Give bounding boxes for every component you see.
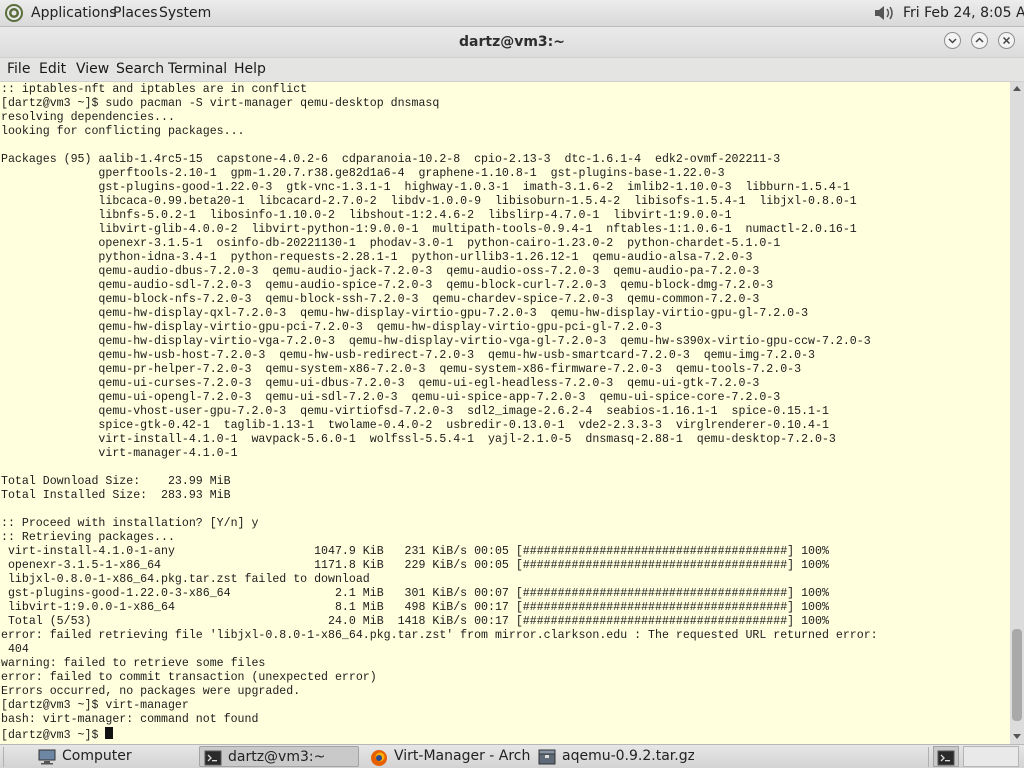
terminal-line: qemu-audio-dbus-7.2.0-3 qemu-audio-jack-…: [1, 265, 760, 278]
terminal-line: looking for conflicting packages...: [1, 125, 245, 138]
clock[interactable]: Fri Feb 24, 8:05 AM: [903, 5, 1024, 21]
terminal-line: gperftools-2.10-1 gpm-1.20.7.r38.ge82d1a…: [1, 167, 725, 180]
terminal-line: spice-gtk-0.42-1 taglib-1.13-1 twolame-0…: [1, 419, 829, 432]
close-icon: [1002, 36, 1011, 45]
terminal-icon: [204, 750, 222, 766]
terminal-line: [dartz@vm3 ~]$ virt-manager: [1, 699, 189, 712]
terminal-line: [dartz@vm3 ~]$ sudo pacman -S virt-manag…: [1, 97, 440, 110]
task-label: dartz@vm3:~: [228, 749, 326, 765]
terminal-line: :: Retrieving packages...: [1, 531, 175, 544]
firefox-icon: [371, 750, 387, 766]
bottom-panel: Computer dartz@vm3:~ Virt-Manager - Arch…: [0, 744, 1024, 768]
menu-bar: File Edit View Search Terminal Help: [0, 58, 1024, 82]
scroll-down-arrow-icon[interactable]: [1013, 734, 1021, 739]
places-menu[interactable]: Places: [113, 5, 158, 21]
terminal-output: :: iptables-nft and iptables are in conf…: [1, 83, 878, 743]
terminal-line: qemu-block-nfs-7.2.0-3 qemu-block-ssh-7.…: [1, 293, 760, 306]
terminal-line: virt-install-4.1.0-1 wavpack-5.6.0-1 wol…: [1, 433, 836, 446]
terminal-line: python-idna-3.4-1 python-requests-2.28.1…: [1, 251, 753, 264]
terminal-line: libjxl-0.8.0-1-x86_64.pkg.tar.zst failed…: [1, 573, 370, 586]
terminal-line: Packages (95) aalib-1.4rc5-15 capstone-4…: [1, 153, 781, 166]
terminal-line: qemu-hw-usb-host-7.2.0-3 qemu-hw-usb-red…: [1, 349, 816, 362]
terminal-line: Total (5/53) 24.0 MiB 1418 KiB/s 00:17 […: [1, 615, 829, 628]
terminal-line: qemu-pr-helper-7.2.0-3 qemu-system-x86-7…: [1, 363, 802, 376]
speaker-icon[interactable]: [873, 5, 897, 21]
terminal-area[interactable]: :: iptables-nft and iptables are in conf…: [0, 82, 1010, 744]
scrollbar-thumb[interactable]: [1012, 629, 1022, 721]
task-archive[interactable]: aqemu-0.9.2.tar.gz: [534, 746, 694, 767]
panel-separator: [928, 747, 929, 767]
terminal-line: libcaca-0.99.beta20-1 libcacard-2.7.0-2 …: [1, 195, 857, 208]
terminal-line: libvirt-1:9.0.0-1-x86_64 8.1 MiB 498 KiB…: [1, 601, 829, 614]
menu-terminal[interactable]: Terminal: [168, 61, 227, 77]
terminal-line: 404: [1, 643, 29, 656]
panel-separator: [3, 747, 4, 767]
terminal-line: qemu-vhost-user-gpu-7.2.0-3 qemu-virtiof…: [1, 405, 829, 418]
task-firefox[interactable]: Virt-Manager - Arch...: [366, 746, 530, 767]
terminal-line: error: failed to commit transaction (une…: [1, 671, 377, 684]
tray-terminal[interactable]: [933, 746, 959, 767]
terminal-line: error: failed retrieving file 'libjxl-0.…: [1, 629, 878, 642]
window-title: dartz@vm3:~: [459, 34, 565, 50]
gnome-foot-icon[interactable]: [4, 3, 24, 23]
text-cursor: [105, 727, 114, 739]
computer-icon: [38, 749, 56, 765]
menu-help[interactable]: Help: [234, 61, 266, 77]
terminal-line: Total Download Size: 23.99 MiB: [1, 475, 231, 488]
task-computer[interactable]: Computer: [34, 746, 190, 767]
terminal-line: openexr-3.1.5-1-x86_64 1171.8 KiB 229 Ki…: [1, 559, 829, 572]
terminal-line: libnfs-5.0.2-1 libosinfo-1.10.0-2 libsho…: [1, 209, 732, 222]
menu-edit[interactable]: Edit: [39, 61, 66, 77]
menu-file[interactable]: File: [7, 61, 30, 77]
terminal-line: virt-manager-4.1.0-1: [1, 447, 238, 460]
workspace-switcher[interactable]: [963, 746, 1019, 767]
terminal-line: resolving dependencies...: [1, 111, 175, 124]
terminal-line: Total Installed Size: 283.93 MiB: [1, 489, 231, 502]
terminal-line: openexr-3.1.5-1 osinfo-db-20221130-1 pho…: [1, 237, 781, 250]
terminal-line: Errors occurred, no packages were upgrad…: [1, 685, 301, 698]
scroll-up-arrow-icon[interactable]: [1013, 86, 1021, 91]
terminal-line: virt-install-4.1.0-1-any 1047.9 KiB 231 …: [1, 545, 829, 558]
archive-icon: [538, 749, 556, 765]
menu-view[interactable]: View: [76, 61, 109, 77]
terminal-line: qemu-ui-opengl-7.2.0-3 qemu-ui-sdl-7.2.0…: [1, 391, 781, 404]
terminal-line: gst-plugins-good-1.22.0-3 gtk-vnc-1.3.1-…: [1, 181, 850, 194]
chevron-down-icon: [948, 38, 957, 44]
close-button[interactable]: [998, 32, 1015, 49]
window-title-bar[interactable]: dartz@vm3:~: [0, 27, 1024, 58]
terminal-icon: [937, 750, 955, 766]
top-panel: Applications Places System Fri Feb 24, 8…: [0, 0, 1024, 27]
terminal-line: qemu-audio-sdl-7.2.0-3 qemu-audio-spice-…: [1, 279, 774, 292]
terminal-line: qemu-hw-display-qxl-7.2.0-3 qemu-hw-disp…: [1, 307, 809, 320]
system-menu[interactable]: System: [159, 5, 211, 21]
task-label: aqemu-0.9.2.tar.gz: [562, 748, 694, 764]
terminal-line: gst-plugins-good-1.22.0-3-x86_64 2.1 MiB…: [1, 587, 829, 600]
minimize-button[interactable]: [944, 32, 961, 49]
maximize-button[interactable]: [971, 32, 988, 49]
terminal-line: qemu-hw-display-virtio-vga-7.2.0-3 qemu-…: [1, 335, 871, 348]
task-label: Virt-Manager - Arch...: [394, 748, 530, 764]
terminal-line: libvirt-glib-4.0.0-2 libvirt-python-1:9.…: [1, 223, 857, 236]
terminal-line: qemu-ui-curses-7.2.0-3 qemu-ui-dbus-7.2.…: [1, 377, 760, 390]
terminal-line: warning: failed to retrieve some files: [1, 657, 266, 670]
terminal-line: qemu-hw-display-virtio-gpu-pci-7.2.0-3 q…: [1, 321, 662, 334]
terminal-scrollbar[interactable]: [1010, 82, 1024, 744]
task-label: Computer: [62, 748, 132, 764]
terminal-line: :: Proceed with installation? [Y/n] y: [1, 517, 259, 530]
task-terminal[interactable]: dartz@vm3:~: [199, 746, 359, 767]
applications-menu[interactable]: Applications: [31, 5, 117, 21]
terminal-line: :: iptables-nft and iptables are in conf…: [1, 83, 308, 96]
menu-search[interactable]: Search: [116, 61, 164, 77]
terminal-prompt: [dartz@vm3 ~]$: [1, 729, 106, 742]
terminal-line: bash: virt-manager: command not found: [1, 713, 259, 726]
chevron-up-icon: [975, 37, 984, 43]
